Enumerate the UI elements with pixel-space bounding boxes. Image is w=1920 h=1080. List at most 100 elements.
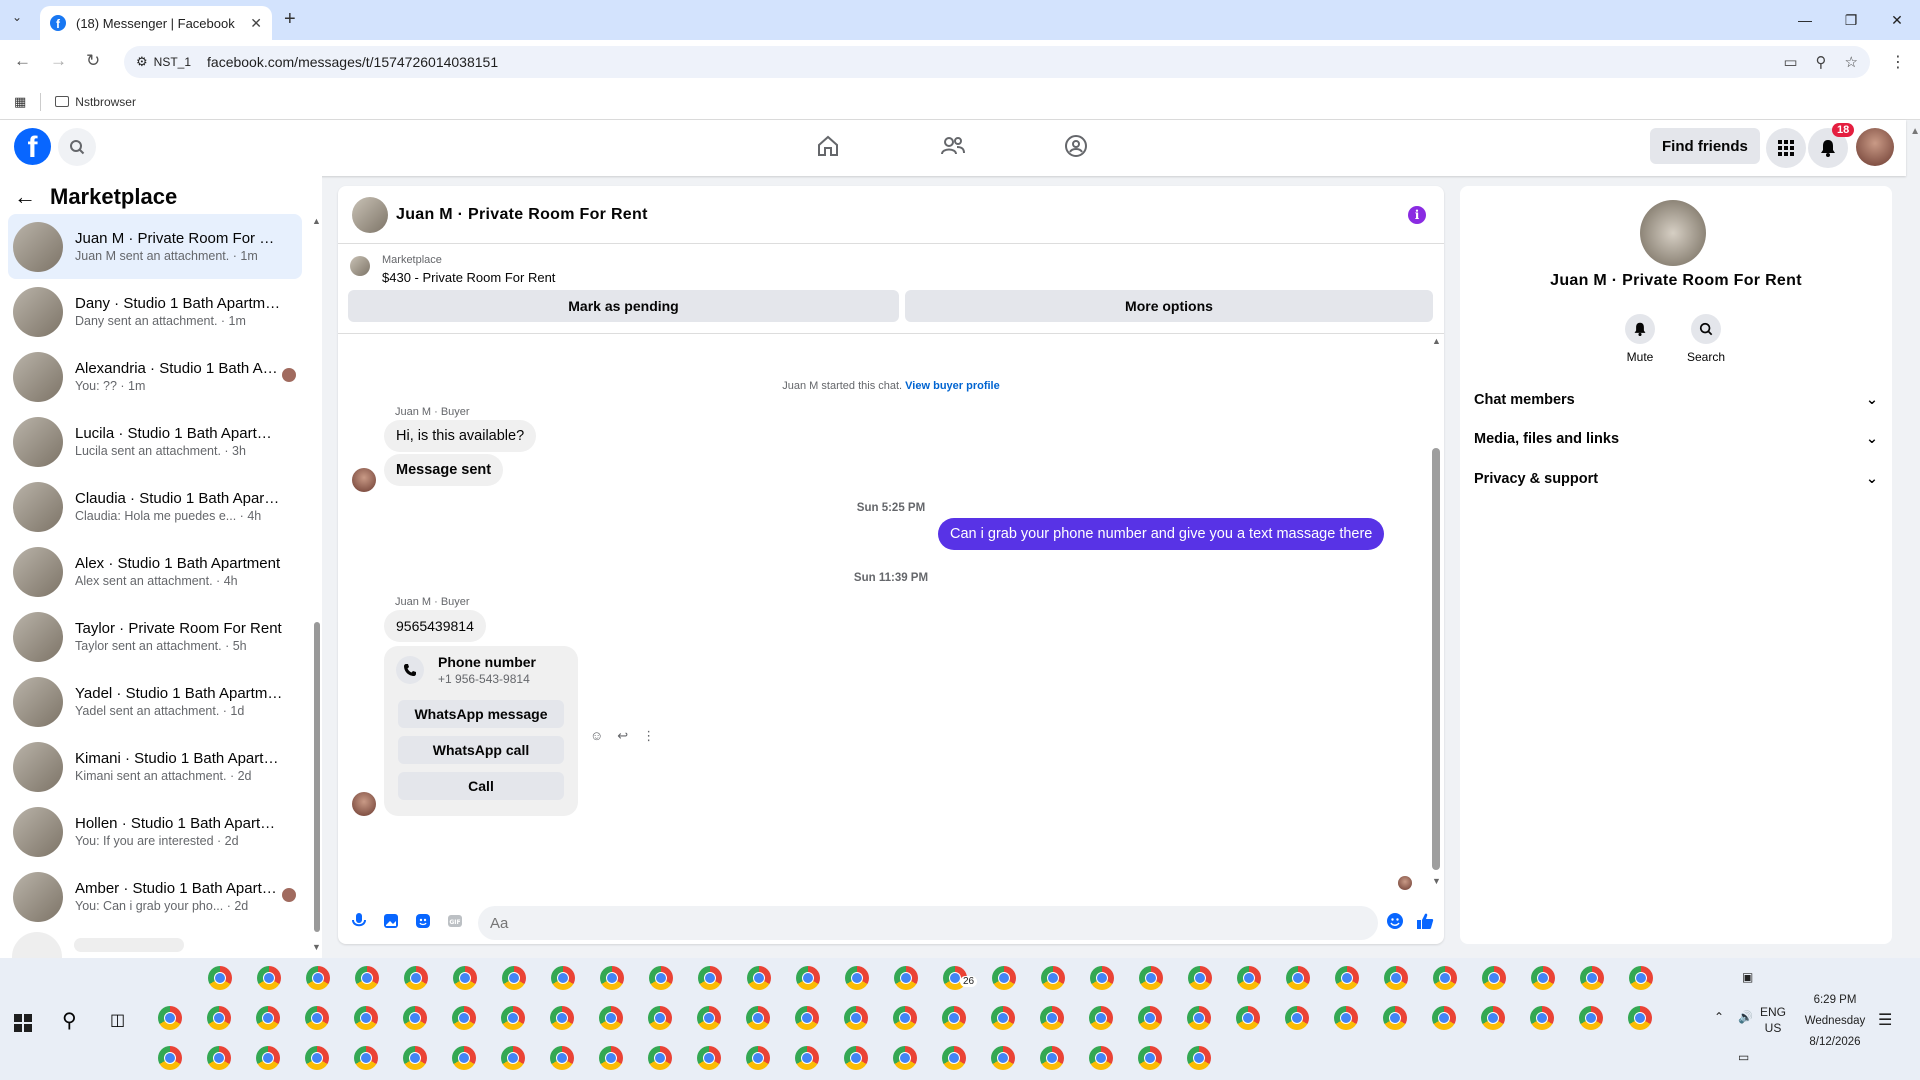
section-media-files-links[interactable]: Media, files and links ⌄ <box>1474 421 1878 457</box>
install-icon[interactable]: ▭ <box>1783 53 1797 71</box>
browser-profile-icon[interactable] <box>1481 1006 1505 1030</box>
browser-profile-icon[interactable] <box>1040 1046 1064 1070</box>
browser-profile-icon[interactable] <box>796 966 820 990</box>
browser-profile-icon[interactable] <box>404 966 428 990</box>
outgoing-message[interactable]: Can i grab your phone number and give yo… <box>938 518 1385 550</box>
browser-profile-icon[interactable] <box>550 1006 574 1030</box>
groups-icon[interactable] <box>1064 134 1088 163</box>
conversation-item[interactable]: Yadel · Studio 1 Bath Apartment Yadel sen… <box>8 669 302 734</box>
page-scroll-up-arrow[interactable]: ▲ <box>1910 126 1920 137</box>
browser-profile-icon[interactable] <box>207 1006 231 1030</box>
search-conversation-button[interactable]: Search <box>1676 314 1736 364</box>
conversation-item[interactable]: Amber · Studio 1 Bath Apartment You: Can … <box>8 864 302 929</box>
back-icon[interactable]: ← <box>14 51 31 71</box>
thumbs-up-icon[interactable] <box>1416 912 1434 930</box>
browser-profile-icon[interactable] <box>1482 966 1506 990</box>
sidebar-scrollbar-thumb[interactable] <box>314 622 320 932</box>
details-avatar[interactable] <box>1640 200 1706 266</box>
home-icon[interactable] <box>816 134 840 163</box>
call-button[interactable]: Call <box>398 772 564 800</box>
browser-profile-icon[interactable] <box>844 1006 868 1030</box>
browser-profile-icon[interactable] <box>894 966 918 990</box>
sticker-icon[interactable] <box>414 912 432 930</box>
browser-profile-icon[interactable] <box>1335 966 1359 990</box>
conversation-item[interactable]: Dany · Studio 1 Bath Apartment Dany sent … <box>8 279 302 344</box>
browser-profile-icon[interactable] <box>305 1046 329 1070</box>
notification-center-icon[interactable]: ☰ <box>1878 1010 1892 1030</box>
browser-profile-icon[interactable] <box>1188 966 1212 990</box>
browser-profile-icon[interactable] <box>1090 966 1114 990</box>
more-options-button[interactable]: More options <box>905 290 1433 322</box>
browser-profile-icon[interactable] <box>648 1006 672 1030</box>
close-window-icon[interactable]: ✕ <box>1874 0 1920 40</box>
forward-icon[interactable]: → <box>50 51 67 71</box>
find-friends-button[interactable]: Find friends <box>1650 128 1760 164</box>
browser-profile-icon[interactable] <box>1285 1006 1309 1030</box>
browser-profile-icon[interactable] <box>1089 1006 1113 1030</box>
chat-title[interactable]: Juan M · Private Room For Rent <box>396 206 648 224</box>
browser-profile-icon[interactable] <box>1138 1046 1162 1070</box>
browser-profile-icon[interactable] <box>1384 966 1408 990</box>
browser-profile-icon[interactable] <box>845 966 869 990</box>
browser-profile-icon[interactable] <box>991 1006 1015 1030</box>
browser-profile-icon[interactable] <box>1236 1006 1260 1030</box>
browser-profile-icon[interactable] <box>1139 966 1163 990</box>
whatsapp-call-button[interactable]: WhatsApp call <box>398 736 564 764</box>
browser-profile-icon[interactable] <box>746 1046 770 1070</box>
minimize-icon[interactable]: — <box>1782 0 1828 40</box>
browser-profile-icon[interactable] <box>992 966 1016 990</box>
gif-icon[interactable]: GIF <box>446 912 464 930</box>
browser-profile-icon[interactable] <box>1432 1006 1456 1030</box>
browser-menu-icon[interactable]: ⋮ <box>1890 52 1906 72</box>
volume-icon[interactable]: 🔊 <box>1738 1010 1753 1024</box>
browser-profile-icon[interactable] <box>747 966 771 990</box>
browser-profile-icon[interactable] <box>452 1046 476 1070</box>
browser-profile-icon[interactable] <box>1237 966 1261 990</box>
chat-avatar[interactable] <box>352 196 388 233</box>
url-input[interactable]: ⚙ NST_1 facebook.com/messages/t/15747260… <box>124 46 1870 78</box>
tray-app-icon[interactable]: ▣ <box>1742 970 1753 984</box>
browser-profile-icon[interactable] <box>1334 1006 1358 1030</box>
browser-profile-icon[interactable] <box>844 1046 868 1070</box>
bookmark-star-icon[interactable]: ☆ <box>1845 53 1858 71</box>
browser-profile-icon[interactable] <box>698 966 722 990</box>
tray-chevron-icon[interactable]: ⌃ <box>1714 1010 1724 1024</box>
microphone-icon[interactable] <box>350 912 368 930</box>
chat-scrollbar[interactable] <box>1432 448 1440 870</box>
taskbar-search-icon[interactable]: ⚲ <box>62 1008 77 1033</box>
browser-profile-icon[interactable] <box>1579 1006 1603 1030</box>
tab-list-icon[interactable]: ⌄ <box>12 10 22 24</box>
browser-profile-icon[interactable] <box>501 1046 525 1070</box>
browser-profile-icon[interactable] <box>795 1046 819 1070</box>
browser-profile-icon[interactable] <box>305 1006 329 1030</box>
conversation-item[interactable]: Hollen · Studio 1 Bath Apartment You: If … <box>8 799 302 864</box>
sidebar-scrollbar[interactable] <box>314 212 320 936</box>
search-icon[interactable] <box>58 128 96 166</box>
taskbar-clock[interactable]: 6:29 PM Wednesday 8/12/2026 <box>1790 990 1880 1053</box>
mute-button[interactable]: Mute <box>1610 314 1670 364</box>
mark-pending-button[interactable]: Mark as pending <box>348 290 899 322</box>
conversation-item[interactable]: Kimani · Studio 1 Bath Apartment Kimani s… <box>8 734 302 799</box>
chat-scroll-up-arrow[interactable]: ▲ <box>1432 336 1441 346</box>
browser-profile-icon[interactable] <box>354 1006 378 1030</box>
browser-profile-icon[interactable] <box>795 1006 819 1030</box>
browser-profile-icon[interactable] <box>1383 1006 1407 1030</box>
browser-profile-icon[interactable] <box>599 1046 623 1070</box>
browser-profile-icon[interactable] <box>1629 966 1653 990</box>
view-buyer-profile-link[interactable]: View buyer profile <box>905 380 1000 392</box>
browser-profile-icon[interactable] <box>207 1046 231 1070</box>
incoming-message[interactable]: Message sent <box>384 454 504 486</box>
browser-profile-icon[interactable] <box>1041 966 1065 990</box>
listing-title[interactable]: $430 - Private Room For Rent <box>382 270 555 285</box>
browser-profile-icon[interactable] <box>1138 1006 1162 1030</box>
browser-profile-icon[interactable] <box>1531 966 1555 990</box>
browser-profile-icon[interactable] <box>550 1046 574 1070</box>
language-indicator[interactable]: ENG US <box>1760 1004 1786 1036</box>
browser-profile-icon[interactable] <box>453 966 477 990</box>
zoom-icon[interactable]: ⚲ <box>1816 53 1827 71</box>
browser-profile-icon[interactable] <box>452 1006 476 1030</box>
section-chat-members[interactable]: Chat members ⌄ <box>1474 382 1878 418</box>
browser-profile-icon[interactable] <box>1286 966 1310 990</box>
tray-app-icon[interactable]: ▭ <box>1738 1050 1749 1064</box>
section-privacy-support[interactable]: Privacy & support ⌄ <box>1474 461 1878 497</box>
